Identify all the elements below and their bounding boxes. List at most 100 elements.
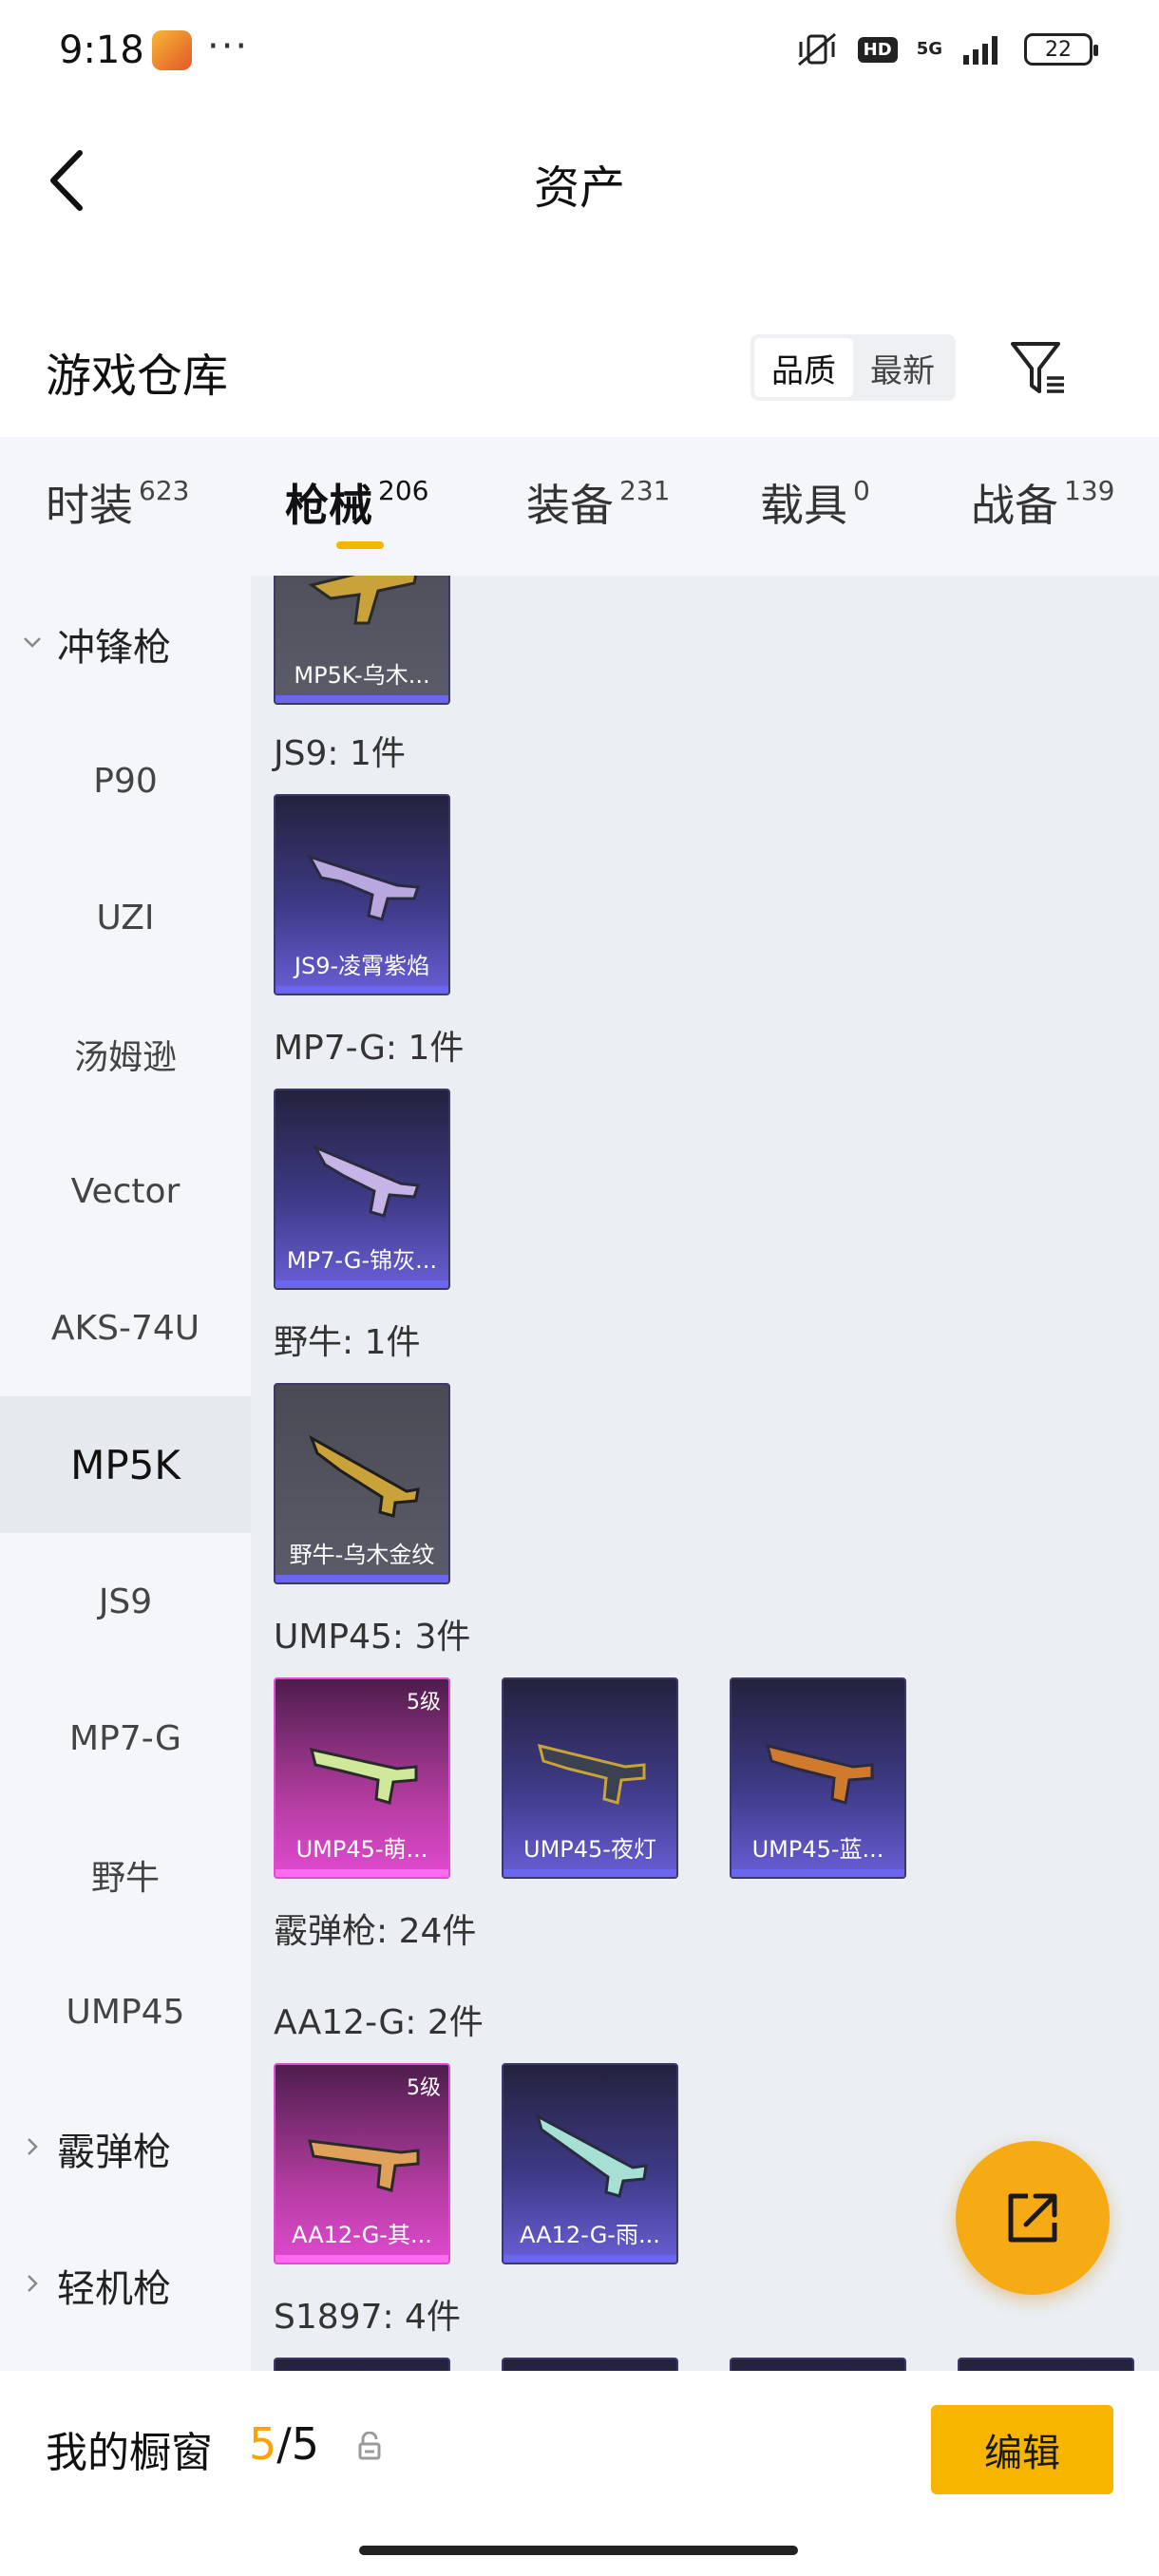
section-label: 霰弹枪: 24件	[274, 1912, 477, 1951]
chevron-down-icon	[24, 637, 41, 648]
item-card[interactable]	[274, 2358, 450, 2371]
item-list: MP5K-乌木... JS9: 1件 JS9-凌霄紫焰 MP7-G: 1件 MP…	[251, 576, 1159, 2371]
tab-supplies[interactable]: 战备 139	[971, 471, 1114, 534]
section-label: 野牛: 1件	[274, 1323, 421, 1362]
share-external-icon	[1008, 2193, 1057, 2243]
sidebar-item-mp5k[interactable]: MP5K	[0, 1396, 251, 1533]
battery-icon: 22	[1024, 33, 1098, 66]
status-icons: HD 5G 22	[795, 30, 1098, 68]
gun-image-icon	[308, 576, 418, 625]
sidebar-item-mp7g[interactable]: MP7-G	[0, 1670, 251, 1807]
showcase-separator: /	[276, 2418, 292, 2470]
item-card[interactable]: UMP45-夜灯	[502, 1677, 678, 1879]
item-card[interactable]: 野牛-乌木金纹	[274, 1383, 450, 1584]
showcase-label: 我的橱窗	[46, 2429, 213, 2477]
status-time: 9:18	[59, 28, 144, 72]
gun-image-icon	[306, 854, 421, 921]
filter-button[interactable]	[1005, 334, 1072, 401]
tab-label: 装备	[526, 480, 614, 531]
item-card[interactable]	[730, 2358, 906, 2371]
rarity-bar	[276, 1869, 448, 1877]
nav-bar: 资产	[0, 104, 1159, 256]
signal-icon	[963, 36, 998, 65]
sidebar-item-uzi[interactable]: UZI	[0, 849, 251, 986]
item-name: AA12-G-雨...	[520, 2222, 660, 2248]
tab-label: 时装	[46, 480, 133, 531]
gun-image-icon	[308, 2139, 420, 2192]
item-name: AA12-G-其...	[292, 2222, 432, 2248]
section-label: JS9: 1件	[274, 734, 406, 773]
showcase-current: 5	[249, 2418, 277, 2470]
sidebar-item-ump45[interactable]: UMP45	[0, 1943, 251, 2080]
sidebar-item-js9[interactable]: JS9	[0, 1533, 251, 1670]
section-label: AA12-G: 2件	[274, 2003, 484, 2042]
tab-count: 231	[619, 475, 671, 506]
tab-label: 枪械	[285, 480, 372, 531]
home-indicator[interactable]	[359, 2546, 798, 2555]
chevron-right-icon	[28, 2275, 38, 2292]
rarity-bar	[276, 695, 448, 703]
edit-button[interactable]: 编辑	[931, 2405, 1113, 2494]
mute-vibrate-icon	[797, 32, 836, 66]
sidebar-group-shotgun[interactable]: 霰弹枪	[0, 2080, 251, 2217]
filter-icon	[1011, 342, 1064, 393]
sidebar-item-bison[interactable]: 野牛	[0, 1807, 251, 1943]
item-card[interactable]: JS9-凌霄紫焰	[274, 794, 450, 995]
sidebar-group-lmg[interactable]: 轻机枪	[0, 2217, 251, 2354]
tab-count: 139	[1064, 475, 1115, 506]
tab-count: 206	[378, 475, 429, 506]
sidebar-item-p90[interactable]: P90	[0, 712, 251, 849]
warehouse-title: 游戏仓库	[46, 350, 229, 403]
chevron-right-icon	[28, 2138, 38, 2155]
bottom-bar: 我的橱窗 5/5 编辑	[0, 2371, 1159, 2576]
app-badge-icon	[152, 30, 192, 70]
sidebar-group-smg[interactable]: 冲锋枪	[0, 576, 251, 712]
hd-badge: HD	[857, 36, 898, 63]
gun-image-icon	[309, 1434, 420, 1518]
item-card[interactable]	[958, 2358, 1134, 2371]
sort-newest-button[interactable]: 最新	[853, 338, 952, 397]
gun-image-icon	[537, 1743, 646, 1805]
status-bar: 9:18 ··· HD 5G 22	[0, 0, 1159, 104]
tab-count: 623	[139, 475, 190, 506]
page-title: 资产	[533, 161, 625, 215]
rarity-bar	[504, 2255, 676, 2263]
sidebar-item-aks74u[interactable]: AKS-74U	[0, 1260, 251, 1396]
category-tabs: 时装 623 枪械 206 装备 231 载具 0 战备 139	[0, 437, 1159, 576]
rarity-bar	[276, 1575, 448, 1582]
item-name: JS9-凌霄紫焰	[294, 953, 430, 979]
lock-icon	[358, 2432, 381, 2460]
item-card[interactable]: AA12-G-雨...	[502, 2063, 678, 2264]
sidebar-group-label: 霰弹枪	[57, 2131, 171, 2174]
sort-quality-button[interactable]: 品质	[754, 338, 853, 397]
section-label: MP7-G: 1件	[274, 1029, 465, 1068]
tab-label: 载具	[760, 480, 847, 531]
gun-image-icon	[312, 1144, 421, 1218]
item-name: UMP45-夜灯	[523, 1836, 656, 1863]
showcase-total: 5	[291, 2418, 320, 2470]
item-card[interactable]: 5级 AA12-G-其...	[274, 2063, 450, 2264]
tab-count: 0	[853, 475, 870, 506]
share-button[interactable]	[956, 2141, 1110, 2295]
tab-label: 战备	[971, 480, 1058, 531]
sidebar-group-label: 轻机枪	[57, 2267, 171, 2311]
item-card[interactable]: 5级 UMP45-萌...	[274, 1677, 450, 1879]
sidebar-group-label: 冲锋枪	[57, 626, 171, 670]
sidebar-item-vector[interactable]: Vector	[0, 1123, 251, 1260]
rarity-bar	[276, 2255, 448, 2263]
tab-fashion[interactable]: 时装 623	[46, 471, 189, 534]
item-card[interactable]: UMP45-蓝...	[730, 1677, 906, 1879]
item-name: UMP45-萌...	[295, 1836, 428, 1863]
showcase-count: 5/5	[249, 2418, 319, 2470]
tab-guns[interactable]: 枪械 206	[285, 471, 428, 534]
rarity-bar	[276, 1280, 448, 1288]
item-card[interactable]	[502, 2358, 678, 2371]
active-tab-indicator	[336, 541, 384, 549]
item-card[interactable]: MP7-G-锦灰...	[274, 1089, 450, 1290]
item-card[interactable]: MP5K-乌木...	[274, 576, 450, 705]
sidebar-item-thompson[interactable]: 汤姆逊	[0, 986, 251, 1123]
section-label: S1897: 4件	[274, 2298, 461, 2337]
gun-image-icon	[535, 2112, 648, 2198]
tab-vehicles[interactable]: 载具 0	[760, 471, 870, 534]
tab-equipment[interactable]: 装备 231	[526, 471, 670, 534]
